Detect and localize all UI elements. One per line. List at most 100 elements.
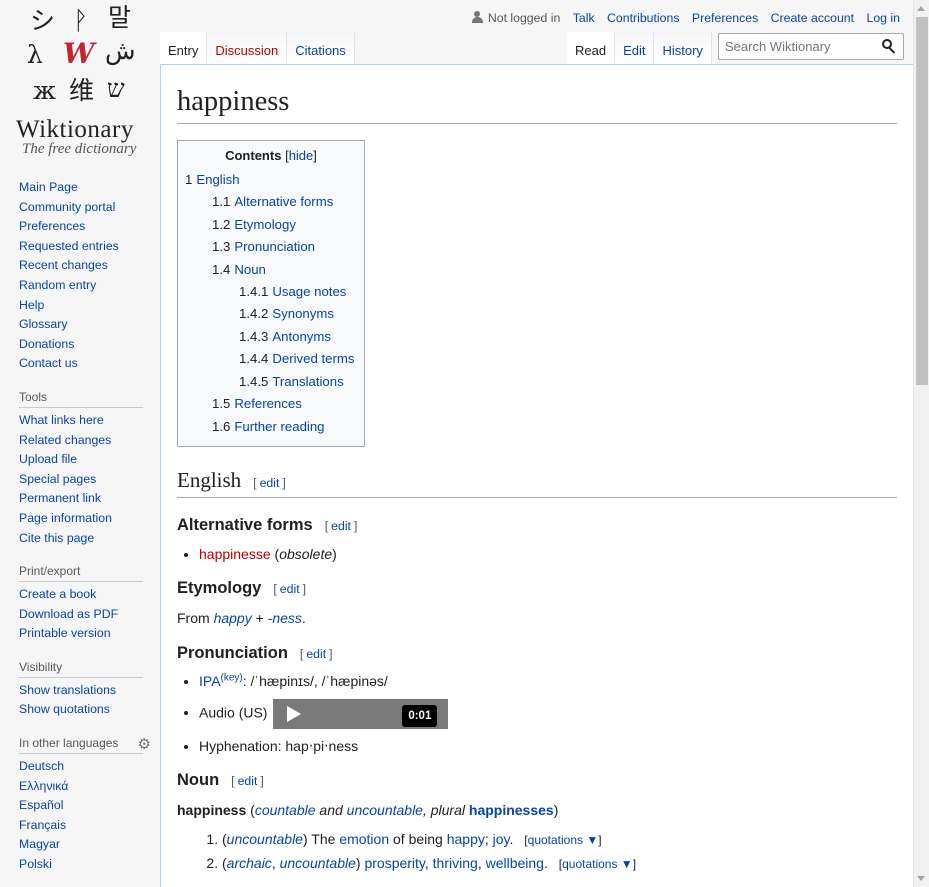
sense-link[interactable]: wellbeing xyxy=(486,855,544,871)
sidebar-item-recent-changes[interactable]: Recent changes xyxy=(19,258,108,272)
edit-section: [edit] xyxy=(273,582,307,596)
wiktionary-logo[interactable]: シ ᚹ 말 λ W ش ж 维 ש Wiktionary The free di… xyxy=(0,0,160,165)
quotations-link[interactable]: quotations ▼ xyxy=(528,833,599,847)
sense-link[interactable]: thriving xyxy=(433,855,478,871)
toc-item[interactable]: 1.5 References xyxy=(185,393,357,415)
sidebar-item-show-quotations[interactable]: Show quotations xyxy=(19,702,110,716)
tab-citations[interactable]: Citations xyxy=(286,32,355,65)
tab-edit[interactable]: Edit xyxy=(614,32,654,65)
tab-history-label[interactable]: History xyxy=(662,43,702,58)
sidebar-lang-polski[interactable]: Polski xyxy=(19,857,52,871)
sidebar-languages: In other languages ⚙ Deutsch Ελληνικά Esp… xyxy=(19,736,151,875)
edit-section-link[interactable]: edit xyxy=(280,582,300,596)
log-in-link[interactable]: Log in xyxy=(866,11,900,25)
sidebar-item-create-a-book[interactable]: Create a book xyxy=(19,587,96,601)
play-icon[interactable] xyxy=(287,705,302,722)
sense-link[interactable]: joy xyxy=(493,831,510,847)
sidebar-lang-magyar[interactable]: Magyar xyxy=(19,837,60,851)
sidebar-item-donations[interactable]: Donations xyxy=(19,337,74,351)
toc-item[interactable]: 1.4.4 Derived terms xyxy=(185,348,357,370)
sense-label-link[interactable]: uncountable xyxy=(280,855,356,871)
sense-label-link[interactable]: uncountable xyxy=(227,831,303,847)
sidebar-item-permanent-link[interactable]: Permanent link xyxy=(19,491,101,505)
edit-section-link[interactable]: edit xyxy=(238,774,258,788)
tab-edit-label[interactable]: Edit xyxy=(623,43,645,58)
preferences-link[interactable]: Preferences xyxy=(692,11,758,25)
plural-link[interactable]: happinesses xyxy=(469,802,554,818)
toc-item[interactable]: 1.4.2 Synonyms xyxy=(185,303,357,325)
toc-item[interactable]: 1.4.5 Translations xyxy=(185,371,357,393)
sense-link[interactable]: happy xyxy=(447,831,485,847)
sense-label-link[interactable]: archaic xyxy=(227,855,272,871)
tab-read[interactable]: Read xyxy=(567,32,615,65)
edit-section-link[interactable]: edit xyxy=(260,476,280,490)
sidebar-item-show-translations[interactable]: Show translations xyxy=(19,683,116,697)
contributions-link[interactable]: Contributions xyxy=(607,11,679,25)
sidebar-item-community-portal[interactable]: Community portal xyxy=(19,200,115,214)
scrollbar-thumb[interactable] xyxy=(916,17,928,385)
toc-item[interactable]: 1.4.1 Usage notes xyxy=(185,281,357,303)
quotations-link[interactable]: quotations ▼ xyxy=(562,857,633,871)
sidebar-item-upload-file[interactable]: Upload file xyxy=(19,452,77,466)
sidebar-item-special-pages[interactable]: Special pages xyxy=(19,472,96,486)
sidebar-item-glossary[interactable]: Glossary xyxy=(19,317,68,331)
edit-section-link[interactable]: edit xyxy=(331,519,351,533)
sidebar-lang-francais[interactable]: Français xyxy=(19,818,66,832)
sidebar-heading-visibility: Visibility xyxy=(19,660,143,678)
sidebar-lang-espanol[interactable]: Español xyxy=(19,798,63,812)
scroll-up-arrow-icon[interactable] xyxy=(917,6,925,11)
sidebar-lang-deutsch[interactable]: Deutsch xyxy=(19,759,64,773)
sense-link[interactable]: emotion xyxy=(339,831,389,847)
etymology-plus: + xyxy=(255,610,264,627)
sidebar-item-preferences[interactable]: Preferences xyxy=(19,219,85,233)
sense-link[interactable]: prosperity xyxy=(364,855,424,871)
tab-citations-label[interactable]: Citations xyxy=(295,43,346,58)
ipa-link[interactable]: IPA xyxy=(199,673,221,689)
sidebar-lang-greek[interactable]: Ελληνικά xyxy=(19,779,68,793)
alt-form-link[interactable]: happinesse xyxy=(199,546,271,562)
etymology-suffix-link[interactable]: -ness xyxy=(268,610,302,626)
quotations-toggle[interactable]: [quotations ▼] xyxy=(524,833,601,847)
sidebar-item-page-information[interactable]: Page information xyxy=(19,511,112,525)
toc-label: Further reading xyxy=(234,418,325,434)
sidebar-item-random-entry[interactable]: Random entry xyxy=(19,278,96,292)
section-title: Noun xyxy=(177,770,220,789)
tab-discussion[interactable]: Discussion xyxy=(206,32,287,65)
toc-item[interactable]: 1.3 Pronunciation xyxy=(185,236,357,258)
sidebar-item-contact-us[interactable]: Contact us xyxy=(19,356,78,370)
countable-link[interactable]: countable xyxy=(255,802,316,818)
search-input[interactable] xyxy=(719,34,869,59)
sidebar-item-help[interactable]: Help xyxy=(19,298,44,312)
toc-item[interactable]: 1.4.3 Antonyms xyxy=(185,326,357,348)
sidebar-item-related-changes[interactable]: Related changes xyxy=(19,433,111,447)
uncountable-link[interactable]: uncountable xyxy=(347,802,423,818)
vertical-scrollbar[interactable] xyxy=(913,0,929,887)
sidebar-item-what-links-here[interactable]: What links here xyxy=(19,413,104,427)
gear-icon[interactable]: ⚙ xyxy=(138,735,151,753)
search-icon[interactable] xyxy=(882,39,896,53)
sidebar-item-printable-version[interactable]: Printable version xyxy=(19,626,111,640)
ipa-transcription: : /ˈhæpinɪs/, /ˈhæpinəs/ xyxy=(242,673,388,690)
tab-history[interactable]: History xyxy=(653,32,712,65)
toc-item[interactable]: 1.6 Further reading xyxy=(185,416,357,438)
toc-item[interactable]: 1.4 Noun xyxy=(185,259,357,281)
scroll-down-arrow-icon[interactable] xyxy=(917,876,925,881)
sidebar-item-download-pdf[interactable]: Download as PDF xyxy=(19,607,118,621)
toc-item[interactable]: 1.1 Alternative forms xyxy=(185,191,357,213)
not-logged-in-status: Not logged in xyxy=(463,11,560,25)
ipa-key-link[interactable]: (key) xyxy=(221,673,243,684)
audio-player[interactable]: 0:01 xyxy=(273,698,449,729)
etymology-root-link[interactable]: happy xyxy=(214,610,252,626)
edit-section-link[interactable]: edit xyxy=(306,647,326,661)
create-account-link[interactable]: Create account xyxy=(771,11,854,25)
tab-entry[interactable]: Entry xyxy=(160,32,207,65)
toc-hide-link[interactable]: hide xyxy=(289,148,314,163)
sidebar-item-main-page[interactable]: Main Page xyxy=(19,180,78,194)
sidebar-item-requested-entries[interactable]: Requested entries xyxy=(19,239,119,253)
toc-item[interactable]: 1.2 Etymology xyxy=(185,214,357,236)
tab-discussion-label[interactable]: Discussion xyxy=(215,43,278,58)
toc-item[interactable]: 1 English xyxy=(185,169,357,191)
quotations-toggle[interactable]: [quotations ▼] xyxy=(559,857,636,871)
talk-link[interactable]: Talk xyxy=(573,11,595,25)
sidebar-item-cite-this-page[interactable]: Cite this page xyxy=(19,531,94,545)
